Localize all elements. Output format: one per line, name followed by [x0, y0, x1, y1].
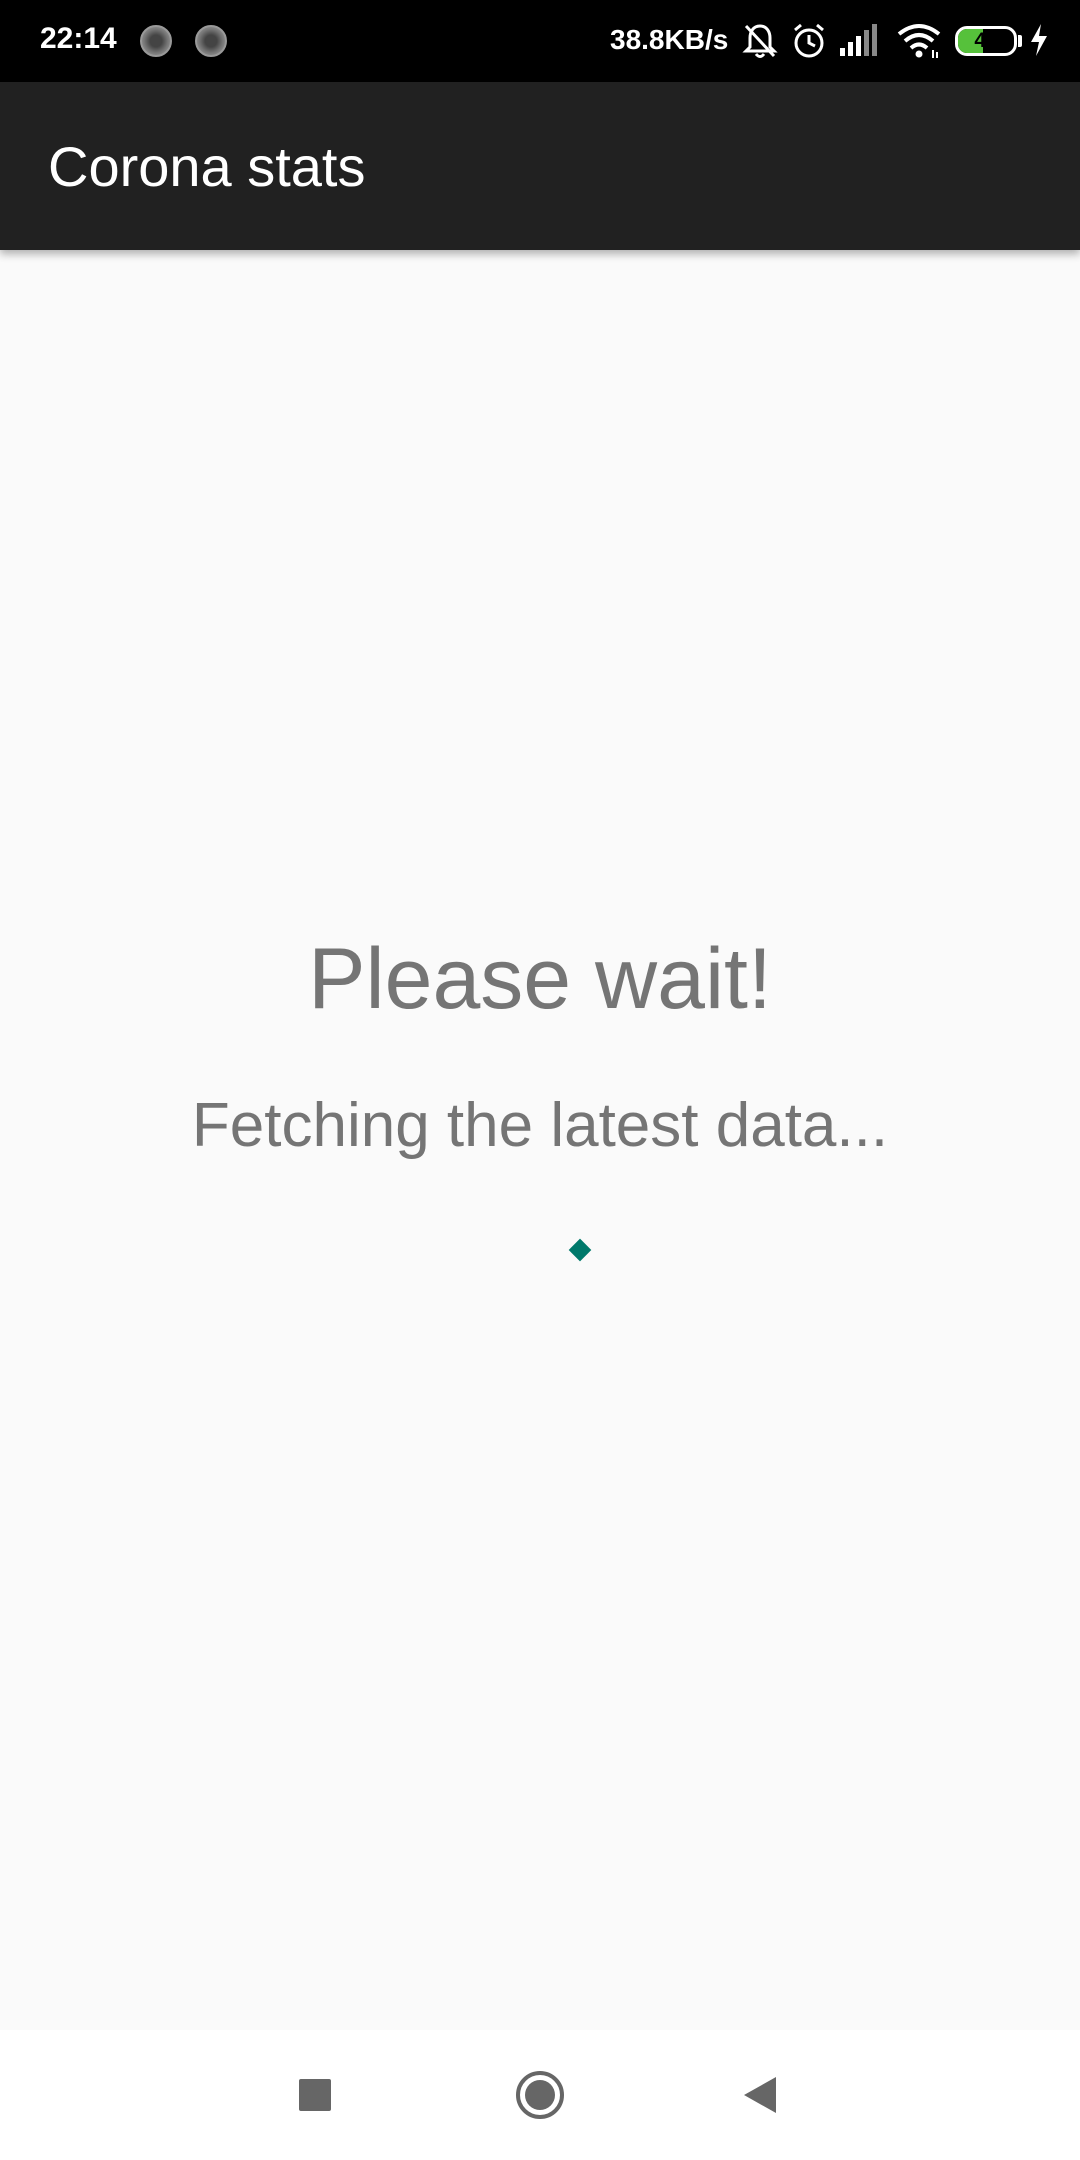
- status-bar: 22:14 38.8KB/s 45: [0, 0, 1080, 82]
- app-bar: Corona stats: [0, 82, 1080, 250]
- loading-title: Please wait!: [308, 931, 772, 1027]
- navigation-bar: [0, 2030, 1080, 2160]
- wifi-icon: [895, 22, 943, 65]
- charging-icon: [1028, 22, 1050, 63]
- home-button[interactable]: [500, 2055, 580, 2135]
- home-icon: [516, 2071, 564, 2119]
- loading-message: Fetching the latest data...: [191, 1091, 889, 1160]
- network-speed: 38.8KB/s: [610, 24, 729, 55]
- alarm-icon: [790, 22, 828, 65]
- signal-icon: [838, 22, 882, 63]
- back-button[interactable]: [720, 2055, 800, 2135]
- battery-level: 45: [974, 29, 998, 52]
- recents-icon: [299, 2079, 331, 2111]
- recents-button[interactable]: [275, 2055, 355, 2135]
- notification-dot-icon: [140, 25, 172, 57]
- status-time: 22:14: [40, 22, 117, 55]
- battery-icon: 45: [955, 26, 1017, 56]
- bell-off-icon: [742, 22, 778, 65]
- battery-nub: [1018, 35, 1022, 47]
- notification-dot-icon: [195, 25, 227, 57]
- app-title: Corona stats: [48, 135, 366, 198]
- back-icon: [744, 2077, 776, 2113]
- loading-spinner: [568, 1238, 592, 1262]
- loading-screen: Please wait! Fetching the latest data...: [0, 250, 1080, 2030]
